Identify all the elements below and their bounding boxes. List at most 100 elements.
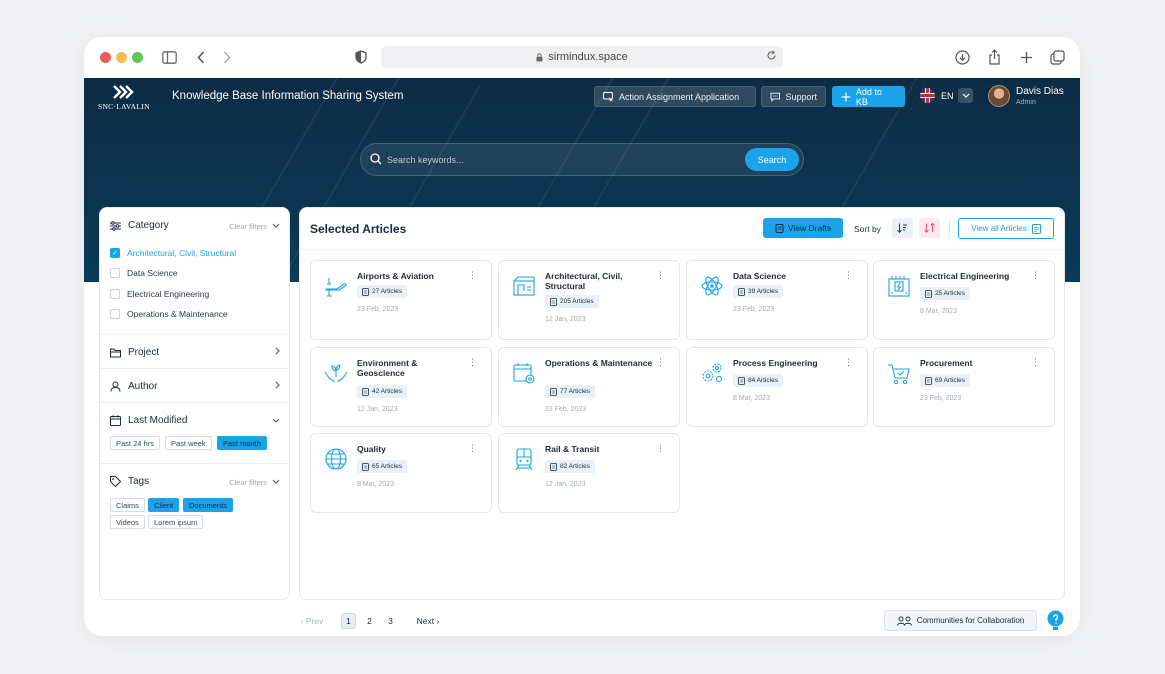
prev-label: Prev [305,616,324,626]
checkbox-checked-icon: ✓ [110,248,120,258]
category-card[interactable]: Data Science ⋮ 39 Articles 23 Feb, 2023 [686,260,868,340]
tags-clear-filters[interactable]: Clear filters [229,478,267,487]
prev-page-button[interactable]: ‹ Prev [295,613,329,629]
new-tab-icon[interactable] [1017,48,1035,66]
close-window-button[interactable] [100,52,111,63]
url-text: sirmindux.space [548,51,628,63]
more-options-icon[interactable]: ⋮ [656,357,665,368]
more-options-icon[interactable]: ⋮ [468,357,477,368]
more-options-icon[interactable]: ⋮ [656,443,665,454]
language-selector[interactable]: EN [920,88,954,103]
next-page-button[interactable]: Next › [411,613,445,629]
page-button-3[interactable]: 3 [383,613,398,629]
tag-chip-lorem-ipsum[interactable]: Lorem ipsum [148,515,204,529]
category-checkbox-operations[interactable]: Operations & Maintenance [110,309,228,319]
more-options-icon[interactable]: ⋮ [468,270,477,281]
user-name[interactable]: Davis Dias [1016,86,1064,97]
more-options-icon[interactable]: ⋮ [1031,270,1040,281]
more-options-icon[interactable]: ⋮ [844,270,853,281]
sort-descending-button[interactable] [919,218,940,238]
forward-icon[interactable] [218,48,236,66]
category-clear-filters[interactable]: Clear filters [229,222,267,231]
category-card[interactable]: Operations & Maintenance ⋮ 77 Articles 2… [498,347,680,427]
more-options-icon[interactable]: ⋮ [468,443,477,454]
share-icon[interactable] [985,48,1003,66]
user-icon [110,381,121,392]
language-dropdown-button[interactable] [958,88,973,103]
add-to-kb-label: Add to KB [855,86,882,107]
category-card[interactable]: Environment & Geoscience ⋮ 42 Articles 1… [310,347,492,427]
document-icon [925,376,932,385]
user-avatar[interactable] [988,85,1010,107]
sort-ascending-icon [897,223,907,233]
article-count: 39 Articles [748,288,778,295]
sidebar-toggle-icon[interactable] [160,48,178,66]
project-section[interactable]: Project [100,335,289,369]
document-icon [550,297,557,306]
reload-icon[interactable] [766,50,777,61]
tabs-overview-icon[interactable] [1048,48,1066,66]
category-header[interactable]: Category [110,220,169,231]
view-all-articles-button[interactable]: View all Articles [958,218,1054,239]
page-button-1[interactable]: 1 [341,613,356,629]
card-title: Environment & Geoscience [357,358,418,378]
card-title: Architectural, Civil, Structural [545,271,623,291]
search-input[interactable] [387,153,727,167]
view-drafts-button[interactable]: View Drafts [763,218,843,238]
chevron-down-icon[interactable] [272,221,280,230]
minimize-window-button[interactable] [116,52,127,63]
date-filter-month[interactable]: Past month [217,436,267,450]
card-date: 23 Feb, 2023 [357,306,399,313]
globe-icon [323,446,349,472]
category-card[interactable]: Procurement ⋮ 69 Articles 23 Feb, 2023 [873,347,1055,427]
last-modified-header[interactable]: Last Modified [110,415,187,426]
more-options-icon[interactable]: ⋮ [656,270,665,281]
category-card[interactable]: Electrical Engineering ⋮ 25 Articles 8 M… [873,260,1055,340]
category-checkbox-architectural[interactable]: ✓ Architectural, Civil, Structural [110,248,236,258]
download-icon[interactable] [953,48,971,66]
date-filter-24hrs[interactable]: Past 24 hrs [110,436,160,450]
company-logo[interactable]: SNC·LAVALIN [98,83,158,111]
more-options-icon[interactable]: ⋮ [844,357,853,368]
more-options-icon[interactable]: ⋮ [1031,357,1040,368]
search-button[interactable]: Search [745,148,799,171]
blueprint-icon [511,273,537,299]
tag-chip-videos[interactable]: Videos [110,515,145,529]
card-date: 8 Mar, 2023 [357,481,394,488]
add-to-kb-button[interactable]: Add to KB [832,86,905,107]
action-assignment-button[interactable]: Action Assignment Application [594,86,756,107]
category-card[interactable]: Process Engineering ⋮ 84 Articles 8 Mar,… [686,347,868,427]
support-button[interactable]: Support [761,86,826,107]
card-title: Process Engineering [733,358,818,368]
category-section: Category Clear filters ✓ Architectural, … [100,208,289,335]
category-checkbox-data-science[interactable]: Data Science [110,268,178,278]
category-card[interactable]: Quality ⋮ 65 Articles 8 Mar, 2023 [310,433,492,513]
communities-button[interactable]: Communities for Collaboration [884,610,1037,631]
tag-chip-documents[interactable]: Documents [183,498,233,512]
address-bar[interactable]: sirmindux.space [381,46,783,68]
chevron-down-icon[interactable] [272,416,280,425]
tags-header[interactable]: Tags [110,476,149,487]
category-card[interactable]: Airports & Aviation ⋮ 27 Articles 23 Feb… [310,260,492,340]
article-count: 27 Articles [372,288,402,295]
sort-ascending-button[interactable] [892,218,913,238]
chevron-down-icon[interactable] [272,477,280,486]
date-filter-week[interactable]: Past week [165,436,212,450]
author-section[interactable]: Author [100,369,289,403]
back-icon[interactable] [192,48,210,66]
page-button-2[interactable]: 2 [362,613,377,629]
app-header: SNC·LAVALIN Knowledge Base Information S… [84,78,1080,115]
category-checkbox-electrical[interactable]: Electrical Engineering [110,289,209,299]
lightbulb-help-icon[interactable] [1046,610,1065,631]
chevron-right-icon [275,347,280,357]
category-card[interactable]: Rail & Transit ⋮ 82 Articles 12 Jan, 202… [498,433,680,513]
tag-chip-claims[interactable]: Claims [110,498,145,512]
card-date: 12 Jan, 2023 [545,481,586,488]
train-icon [511,446,537,472]
category-card[interactable]: Architectural, Civil, Structural ⋮ 205 A… [498,260,680,340]
checkbox-icon [110,309,120,319]
maximize-window-button[interactable] [132,52,143,63]
tag-chip-client[interactable]: Client [148,498,180,512]
shield-icon[interactable] [352,48,370,66]
communities-label: Communities for Collaboration [916,616,1025,625]
